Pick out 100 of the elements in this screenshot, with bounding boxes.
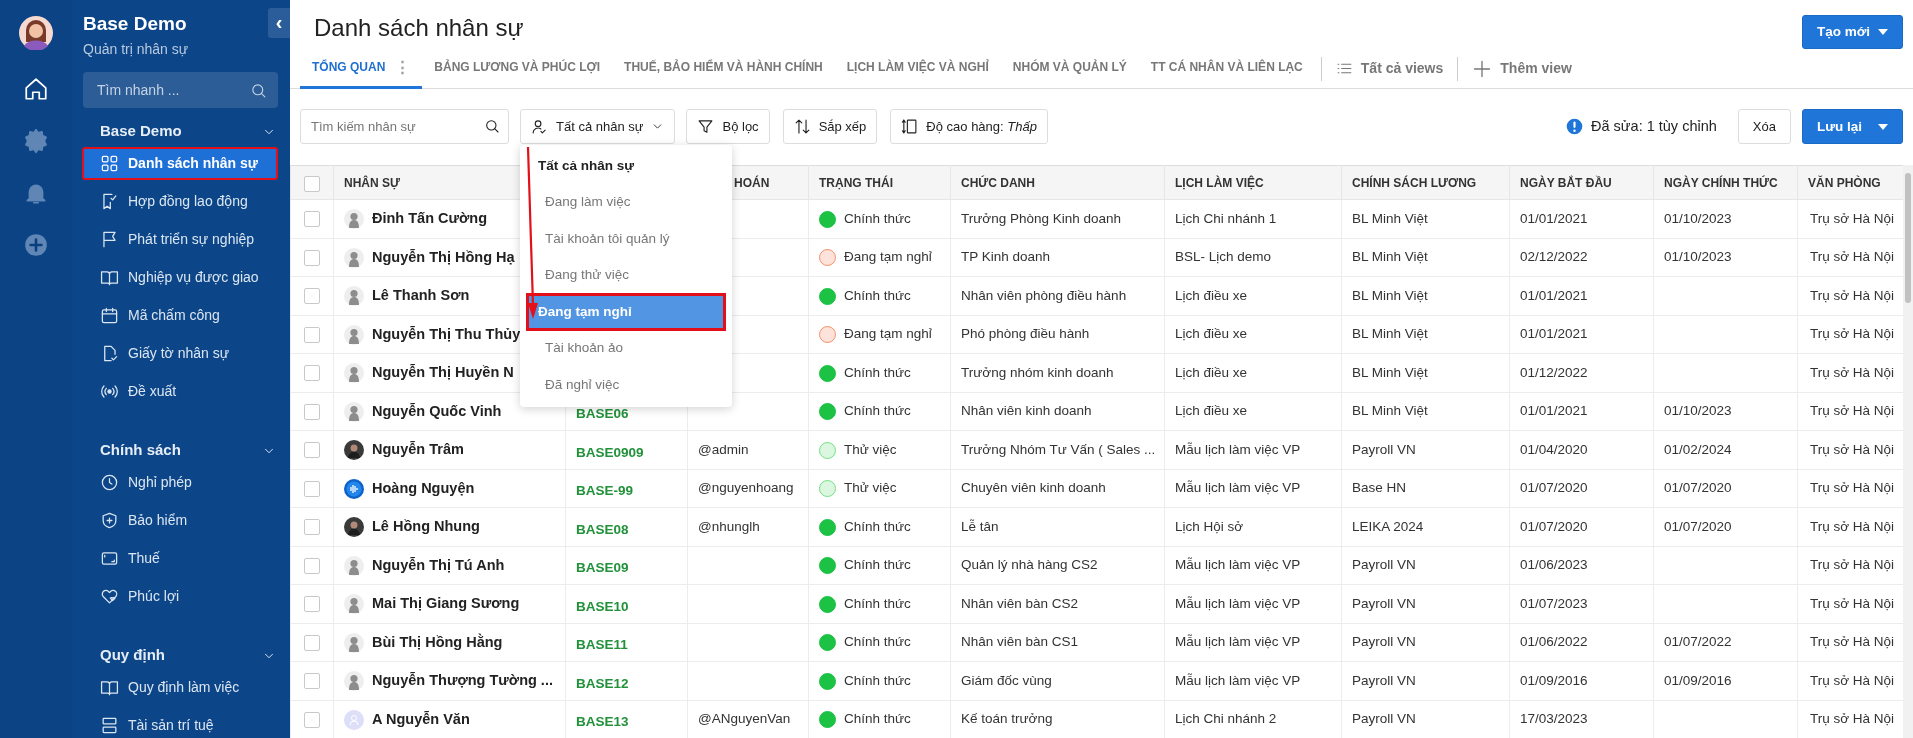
- create-button[interactable]: Tạo mới: [1801, 15, 1903, 50]
- menu-item[interactable]: Đang làm việc: [527, 184, 725, 221]
- tab[interactable]: TT CÁ NHÂN VÀ LIÊN LẠC: [1138, 48, 1315, 89]
- row-checkbox[interactable]: [304, 288, 320, 305]
- row-checkbox[interactable]: [304, 326, 320, 343]
- sidebar-item[interactable]: Danh sách nhân sự: [83, 147, 277, 179]
- row-checkbox[interactable]: [304, 634, 320, 651]
- tab[interactable]: TỔNG QUAN ⋮: [300, 48, 423, 89]
- status-text: Chính thức: [844, 710, 911, 729]
- employee-name[interactable]: Nguyễn Thị Thu Thủy: [372, 323, 521, 346]
- sidebar-item[interactable]: Đề xuất: [83, 375, 277, 407]
- row-checkbox[interactable]: [304, 249, 320, 266]
- table-cell: 01/06/2022: [1520, 634, 1588, 650]
- account-text: @ANguyenVan: [698, 711, 791, 727]
- table-cell: Lịch điều xe: [1175, 364, 1248, 380]
- tab[interactable]: LỊCH LÀM VIỆC VÀ NGHỈ: [834, 48, 1001, 89]
- status-text: Chính thức: [844, 286, 911, 305]
- table-cell: Trụ sở Hà Nội: [1810, 249, 1895, 265]
- table-cell: Quản lý nhà hàng CS2: [961, 557, 1098, 573]
- row-checkbox[interactable]: [304, 519, 320, 536]
- avatar: [344, 671, 364, 691]
- employee-name[interactable]: Nguyễn Thị Huyền N: [372, 362, 514, 384]
- sidebar-item[interactable]: Tài sản trí tuệ: [83, 709, 277, 738]
- account-text: @nguyenhoang: [698, 480, 794, 496]
- sidebar-item[interactable]: Hợp đồng lao động: [83, 185, 277, 217]
- row-checkbox[interactable]: [304, 365, 320, 382]
- menu-item[interactable]: Tài khoản ảo: [527, 330, 725, 367]
- table-cell: Mẫu lịch làm việc VP: [1175, 480, 1301, 496]
- stack-icon: [100, 715, 119, 735]
- row-height-button[interactable]: Độ cao hàng: Thấp: [890, 109, 1048, 145]
- filter-button[interactable]: Bộ lọc: [686, 109, 770, 145]
- employee-code: BASE0909: [576, 444, 644, 460]
- table-cell: Trụ sở Hà Nội: [1810, 480, 1895, 496]
- sidebar-item[interactable]: Phúc lợi: [83, 580, 277, 612]
- sidebar-item[interactable]: Thuế: [83, 542, 277, 574]
- table-cell: Trụ sở Hà Nội: [1810, 441, 1895, 457]
- row-checkbox[interactable]: [304, 711, 320, 728]
- tab[interactable]: THUẾ, BẢO HIỂM VÀ HÀNH CHÍNH: [612, 48, 835, 89]
- employee-code: BASE12: [576, 675, 629, 691]
- row-checkbox[interactable]: [304, 442, 320, 459]
- table-cell: 01/04/2020: [1520, 441, 1588, 457]
- save-button[interactable]: Lưu lại: [1801, 109, 1903, 145]
- table-cell: Payroll VN: [1352, 672, 1416, 688]
- quick-search-field[interactable]: Tìm nhanh ...: [83, 71, 278, 108]
- status-text: Chính thức: [844, 517, 911, 536]
- menu-item[interactable]: Tài khoản tôi quản lý: [527, 220, 725, 258]
- row-checkbox[interactable]: [304, 596, 320, 613]
- home-icon[interactable]: [23, 76, 49, 102]
- sidebar-item[interactable]: Phát triển sự nghiệp: [83, 223, 277, 255]
- column-header: CHÍNH SÁCH LƯƠNG: [1352, 175, 1477, 190]
- table-cell: Phó phòng điều hành: [961, 326, 1090, 342]
- collapse-button[interactable]: ‹: [268, 8, 290, 38]
- section-heading: Chính sách: [100, 440, 181, 461]
- search-field[interactable]: Tìm kiếm nhân sự: [300, 109, 509, 145]
- status-text: Chính thức: [844, 633, 911, 652]
- table-cell: Mẫu lịch làm việc VP: [1175, 595, 1301, 611]
- view-link[interactable]: Tất cả views: [1327, 58, 1452, 80]
- clear-button[interactable]: Xóa: [1737, 109, 1791, 145]
- sidebar-item[interactable]: Quy định làm việc: [83, 671, 277, 703]
- table-cell: 01/01/2021: [1520, 403, 1588, 419]
- table-cell: 01/10/2023: [1664, 249, 1732, 265]
- status-text: Chính thức: [844, 671, 911, 690]
- employee-filter-dropdown[interactable]: Tất cả nhân sự: [520, 109, 676, 145]
- avatar: [344, 632, 364, 653]
- table-cell: 01/01/2021: [1520, 326, 1588, 342]
- table-cell: Trụ sở Hà Nội: [1810, 518, 1895, 534]
- column-header: NGÀY CHÍNH THỨC: [1664, 175, 1778, 190]
- menu-item[interactable]: Đang thử việc: [527, 257, 725, 294]
- avatar: [344, 247, 364, 268]
- sidebar-item[interactable]: Bảo hiểm: [83, 504, 277, 536]
- sidebar-item[interactable]: Giấy tờ nhân sự: [83, 337, 277, 369]
- table-cell: BL Minh Việt: [1352, 210, 1428, 226]
- row-checkbox[interactable]: [304, 211, 320, 228]
- user-avatar[interactable]: [19, 16, 53, 50]
- avatar: [344, 709, 364, 730]
- calendar-icon: [100, 305, 119, 325]
- tab[interactable]: BẢNG LƯƠNG VÀ PHÚC LỢI: [422, 48, 613, 89]
- table-cell: Trụ sở Hà Nội: [1810, 595, 1895, 611]
- scrollbar[interactable]: [1903, 165, 1913, 738]
- app-title: Base Demo: [83, 12, 187, 36]
- tab[interactable]: NHÓM VÀ QUẢN LÝ: [1000, 48, 1139, 89]
- table-cell: Trụ sở Hà Nội: [1810, 287, 1895, 303]
- table-cell: Payroll VN: [1352, 634, 1416, 650]
- view-link[interactable]: Thêm view: [1464, 58, 1580, 80]
- sidebar-item[interactable]: Nghỉ phép: [83, 466, 277, 498]
- menu-item[interactable]: Đã nghỉ việc: [527, 366, 725, 404]
- row-checkbox[interactable]: [304, 557, 320, 574]
- table-cell: Lịch điều xe: [1175, 403, 1248, 419]
- add-icon[interactable]: [23, 232, 49, 258]
- row-checkbox[interactable]: [304, 480, 320, 497]
- settings-icon[interactable]: [23, 128, 49, 154]
- sidebar-item[interactable]: Nghiệp vụ được giao: [83, 261, 277, 293]
- sort-button[interactable]: Sắp xếp: [782, 109, 878, 145]
- row-checkbox[interactable]: [304, 673, 320, 690]
- column-header: NGÀY BẮT ĐẦU: [1520, 175, 1612, 190]
- status-text: Chính thức: [844, 594, 911, 613]
- row-checkbox[interactable]: [304, 403, 320, 420]
- avatar: [344, 209, 364, 229]
- select-all-checkbox[interactable]: [304, 175, 320, 192]
- sidebar-item[interactable]: Mã chấm công: [83, 299, 277, 331]
